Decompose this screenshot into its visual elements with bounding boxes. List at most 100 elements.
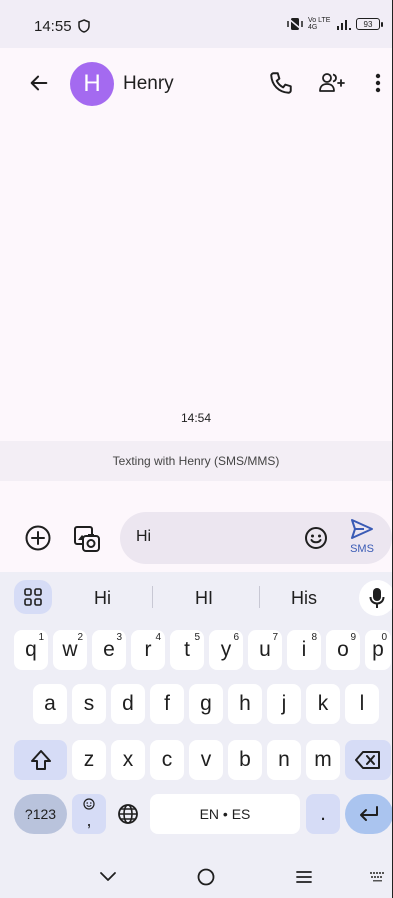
key-r-hint: 4 bbox=[155, 632, 161, 643]
avatar[interactable]: H bbox=[70, 62, 114, 106]
key-s[interactable]: s bbox=[72, 684, 106, 724]
key-y[interactable]: y6 bbox=[209, 630, 243, 670]
shift-key[interactable] bbox=[14, 740, 67, 780]
conversation-header: H Henry bbox=[0, 48, 392, 120]
network-label: Vo LTE 4G bbox=[308, 17, 331, 31]
key-r[interactable]: r4 bbox=[131, 630, 165, 670]
home-circle-icon[interactable] bbox=[196, 868, 216, 886]
message-input[interactable]: Hi SMS bbox=[120, 512, 392, 564]
key-e-label: e bbox=[103, 638, 115, 661]
key-w[interactable]: w2 bbox=[53, 630, 87, 670]
key-e-hint: 3 bbox=[116, 632, 122, 643]
enter-icon bbox=[360, 806, 378, 821]
suggestion-2[interactable]: HI bbox=[195, 588, 213, 609]
key-c[interactable]: c bbox=[150, 740, 184, 780]
key-f[interactable]: f bbox=[150, 684, 184, 724]
mic-icon bbox=[369, 588, 385, 608]
key-i-hint: 8 bbox=[311, 632, 317, 643]
key-q-label: q bbox=[25, 638, 37, 661]
key-k[interactable]: k bbox=[306, 684, 340, 724]
key-d[interactable]: d bbox=[111, 684, 145, 724]
key-p[interactable]: p0 bbox=[365, 630, 391, 670]
key-t-hint: 5 bbox=[194, 632, 200, 643]
key-g[interactable]: g bbox=[189, 684, 223, 724]
key-j[interactable]: j bbox=[267, 684, 301, 724]
period-key[interactable]: . bbox=[306, 794, 340, 834]
contact-name[interactable]: Henry bbox=[123, 73, 174, 95]
phone-icon[interactable] bbox=[268, 70, 294, 96]
key-y-hint: 6 bbox=[233, 632, 239, 643]
key-o-hint: 9 bbox=[350, 632, 356, 643]
key-z[interactable]: z bbox=[72, 740, 106, 780]
avatar-letter: H bbox=[83, 70, 101, 97]
status-bar: 14:55 Vo LTE 4G 93 bbox=[0, 0, 392, 48]
emoji-icon[interactable] bbox=[304, 526, 328, 550]
key-u-label: u bbox=[259, 638, 271, 661]
language-key[interactable] bbox=[111, 794, 145, 834]
send-icon bbox=[351, 519, 373, 539]
suggestion-1[interactable]: Hi bbox=[94, 588, 111, 609]
key-b[interactable]: b bbox=[228, 740, 262, 780]
recents-menu-icon[interactable] bbox=[294, 868, 314, 886]
key-a[interactable]: a bbox=[33, 684, 67, 724]
message-input-text: Hi bbox=[136, 528, 152, 545]
suggestion-divider bbox=[259, 586, 260, 608]
key-h[interactable]: h bbox=[228, 684, 262, 724]
space-key[interactable]: EN • ES bbox=[150, 794, 300, 834]
add-attachment-icon[interactable] bbox=[24, 524, 52, 552]
suggestion-strip: Hi HI His bbox=[0, 572, 392, 622]
backspace-key[interactable] bbox=[345, 740, 391, 780]
enter-key[interactable] bbox=[345, 794, 392, 834]
key-v[interactable]: v bbox=[189, 740, 223, 780]
key-u-hint: 7 bbox=[272, 632, 278, 643]
key-w-hint: 2 bbox=[77, 632, 83, 643]
on-screen-keyboard: Hi HI His q1 w2 e3 r4 t5 y6 u7 i8 o9 p0 bbox=[0, 572, 392, 898]
message-list[interactable]: 14:54 bbox=[0, 120, 392, 440]
emoji-comma-key[interactable]: , bbox=[72, 794, 106, 834]
keyboard-menu-button[interactable] bbox=[14, 580, 52, 614]
key-t[interactable]: t5 bbox=[170, 630, 204, 670]
gallery-icon[interactable] bbox=[72, 524, 102, 554]
signal-icon bbox=[337, 20, 351, 30]
key-q-hint: 1 bbox=[38, 632, 44, 643]
compose-bar: Hi SMS bbox=[0, 512, 392, 564]
backspace-icon bbox=[355, 751, 380, 769]
system-nav-bar bbox=[0, 858, 392, 898]
more-vert-icon[interactable] bbox=[368, 70, 388, 96]
chevron-down-icon[interactable] bbox=[98, 868, 118, 886]
status-time: 14:55 bbox=[34, 18, 72, 35]
key-o[interactable]: o9 bbox=[326, 630, 360, 670]
battery-icon: 93 bbox=[356, 18, 383, 30]
comma-label: , bbox=[86, 809, 92, 830]
key-l[interactable]: l bbox=[345, 684, 379, 724]
suggestion-3[interactable]: His bbox=[291, 588, 317, 609]
symbols-key[interactable]: ?123 bbox=[14, 794, 67, 834]
key-n[interactable]: n bbox=[267, 740, 301, 780]
status-icons: Vo LTE 4G 93 bbox=[287, 17, 383, 31]
shield-icon bbox=[78, 19, 90, 33]
voice-input-button[interactable] bbox=[359, 580, 392, 616]
keyboard-switch-icon[interactable] bbox=[370, 872, 386, 882]
key-t-label: t bbox=[184, 638, 190, 661]
send-sms-label: SMS bbox=[350, 543, 374, 555]
shift-icon bbox=[30, 750, 51, 770]
send-button[interactable]: SMS bbox=[342, 518, 382, 558]
key-q[interactable]: q1 bbox=[14, 630, 48, 670]
key-r-label: r bbox=[144, 638, 152, 661]
key-i[interactable]: i8 bbox=[287, 630, 321, 670]
key-o-label: o bbox=[337, 638, 349, 661]
messaging-screen: 14:55 Vo LTE 4G 93 H Henry 14:54 Texting… bbox=[0, 0, 393, 898]
vibrate-icon bbox=[287, 18, 303, 30]
key-p-hint: 0 bbox=[381, 632, 387, 643]
key-e[interactable]: e3 bbox=[92, 630, 126, 670]
key-x[interactable]: x bbox=[111, 740, 145, 780]
emoji-icon bbox=[83, 798, 95, 810]
apps-grid-icon bbox=[24, 588, 42, 606]
key-m[interactable]: m bbox=[306, 740, 340, 780]
back-arrow-icon[interactable] bbox=[28, 72, 50, 94]
key-i-label: i bbox=[301, 638, 307, 661]
key-u[interactable]: u7 bbox=[248, 630, 282, 670]
key-y-label: y bbox=[220, 638, 232, 661]
message-timestamp: 14:54 bbox=[180, 411, 212, 425]
add-person-icon[interactable] bbox=[318, 70, 346, 96]
